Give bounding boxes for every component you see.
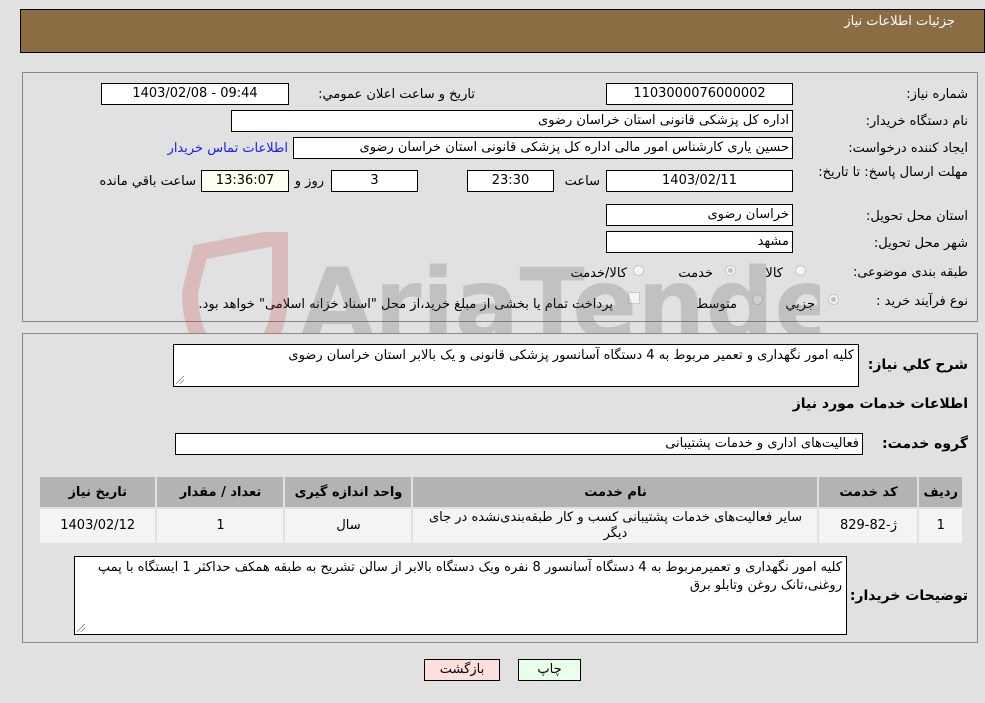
announce-datetime-field[interactable]: 1403/02/08 - 09:44 [101,83,289,105]
buyer-org-field[interactable]: اداره کل پزشکی قانونی استان خراسان رضوی [231,110,793,132]
remaining-time-field[interactable]: 13:36:07 [201,170,289,192]
delivery-province-field[interactable]: خراسان رضوی [606,204,793,226]
col-quantity: تعداد / مقدار [155,475,286,509]
table-row: 1 ژ-82-829 سایر فعالیت‌های خدمات پشتیبان… [37,507,964,545]
cell-quantity: 1 [155,507,286,545]
days-label: روز و [294,174,324,189]
service-group-label: گروه خدمت: [882,436,968,452]
back-button[interactable]: بازگشت [424,659,500,681]
purchase-type-label: نوع فرآیند خرید : [876,294,968,309]
requester-field[interactable]: حسین یاری کارشناس امور مالی اداره کل پزش… [293,137,793,159]
deadline-label: مهلت ارسال پاسخ: تا تاریخ: [818,165,968,180]
resize-grip-icon[interactable] [176,376,184,384]
announce-datetime-label: تاریخ و ساعت اعلان عمومي: [318,87,475,102]
treasury-note: پرداخت تمام یا بخشی از مبلغ خرید،از محل … [198,297,613,312]
category-label: طبقه بندی موضوعی: [852,265,968,280]
category-option-goods: کالا [765,266,783,281]
cell-service-name: سایر فعالیت‌های خدمات پشتیبانی کسب و کار… [411,507,820,545]
cell-row-number: 1 [917,507,964,545]
buyer-notes-text: کلیه امور نگهداری و تعمیرمربوط به 4 دستگ… [97,560,842,593]
cell-service-code: ژ-82-829 [817,507,920,545]
requester-label: ایجاد کننده درخواست: [848,141,968,156]
deadline-time-label: ساعت [564,174,600,189]
buyer-notes-label: توضیحات خریدار: [849,588,968,604]
services-table: ردیف کد خدمت نام خدمت واحد اندازه گیری ت… [37,475,964,545]
resize-grip-icon[interactable] [77,624,85,632]
cell-unit: سال [283,507,414,545]
purchase-type-radio-minor[interactable] [828,294,839,305]
purchase-type-option-medium: متوسط [696,297,737,312]
description-text: کلیه امور نگهداری و تعمیر مربوط به 4 دست… [288,348,854,363]
delivery-city-label: شهر محل تحویل: [873,236,968,251]
remaining-days-field[interactable]: 3 [331,170,418,192]
delivery-city-field[interactable]: مشهد [606,231,793,253]
service-group-field[interactable]: فعالیت‌های اداری و خدمات پشتیبانی [175,433,863,455]
print-button[interactable]: چاپ [518,659,581,681]
description-textarea[interactable]: کلیه امور نگهداری و تعمیر مربوط به 4 دست… [173,344,859,387]
description-label: شرح کلي نیاز: [867,357,968,373]
deadline-time-field[interactable]: 23:30 [467,170,554,192]
buyer-notes-textarea[interactable]: کلیه امور نگهداری و تعمیرمربوط به 4 دستگ… [74,556,847,635]
table-header-row: ردیف کد خدمت نام خدمت واحد اندازه گیری ت… [37,475,964,509]
need-number-field[interactable]: 1103000076000002 [606,83,793,105]
category-radio-goods[interactable] [795,265,806,276]
page-header [20,9,985,53]
purchase-type-radio-medium[interactable] [752,294,763,305]
treasury-checkbox[interactable] [628,292,640,304]
col-need-date: تاریخ نیاز [37,475,158,509]
services-heading: اطلاعات خدمات مورد نیاز [792,396,968,412]
category-radio-service[interactable] [725,265,736,276]
col-unit: واحد اندازه گیری [283,475,414,509]
buyer-contact-link[interactable]: اطلاعات تماس خریدار [168,141,288,156]
category-option-goods-service: کالا/خدمت [570,266,627,281]
need-number-label: شماره نیاز: [906,87,968,102]
delivery-province-label: استان محل تحویل: [866,209,968,224]
col-service-name: نام خدمت [411,475,820,509]
col-row-number: ردیف [917,475,964,509]
cell-need-date: 1403/02/12 [37,507,158,545]
category-radio-goods-service[interactable] [633,265,644,276]
category-option-service: خدمت [678,266,713,281]
col-service-code: کد خدمت [817,475,920,509]
buyer-org-label: نام دستگاه خریدار: [865,114,968,129]
remaining-time-label: ساعت باقي مانده [99,174,196,189]
deadline-date-field[interactable]: 1403/02/11 [606,170,793,192]
page-title: جزئیات اطلاعات نیاز [844,14,955,29]
purchase-type-option-minor: جزيي [785,297,815,312]
